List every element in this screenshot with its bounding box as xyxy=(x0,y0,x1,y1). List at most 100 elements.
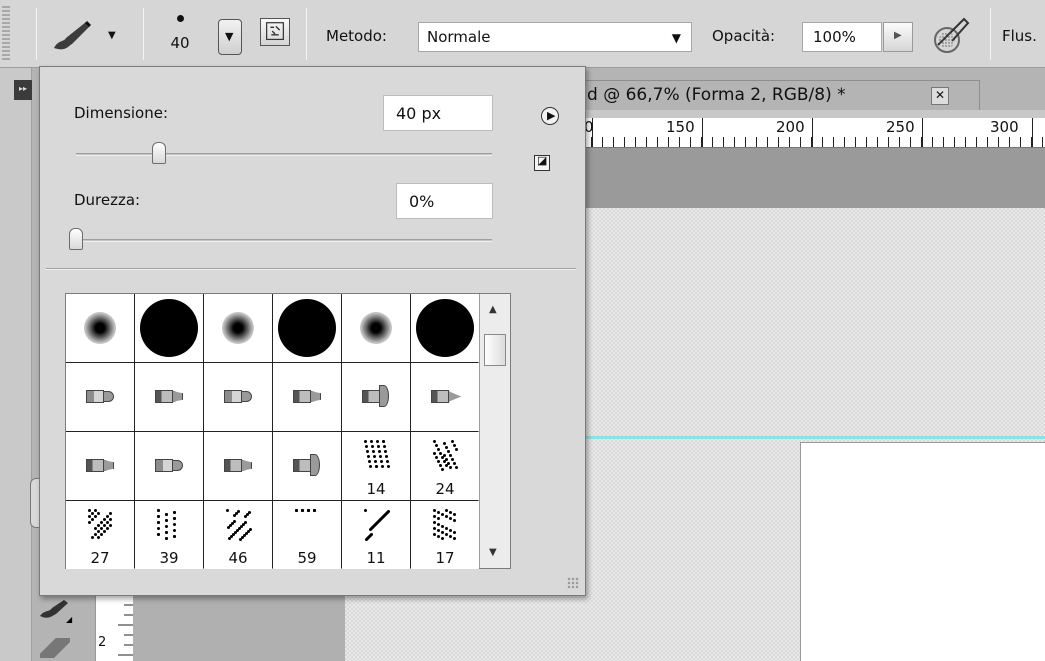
hardness-slider-track[interactable] xyxy=(76,239,492,242)
brush-preset-item[interactable] xyxy=(411,363,479,431)
brush-preset-item[interactable]: 27 xyxy=(66,501,134,569)
brush-preset-item[interactable]: 59 xyxy=(273,501,341,569)
scroll-up-icon[interactable]: ▲ xyxy=(489,304,497,315)
brush-preset-item[interactable] xyxy=(204,294,272,362)
ruler-h-label: 250 xyxy=(886,118,915,136)
guide-line[interactable] xyxy=(585,436,1045,439)
brush-preset-item[interactable]: 24 xyxy=(411,432,479,500)
soft-round-brush-icon xyxy=(222,312,254,344)
close-icon[interactable]: ✕ xyxy=(931,87,949,105)
opacity-input[interactable]: 100% xyxy=(802,22,882,52)
blend-mode-value: Normale xyxy=(427,28,491,46)
ruler-h-label: 200 xyxy=(776,118,805,136)
document-tab-strip xyxy=(580,110,1045,118)
brush-preset-item[interactable] xyxy=(66,432,134,500)
hardness-value: 0% xyxy=(409,192,435,211)
eraser-tool-icon[interactable] xyxy=(36,628,76,661)
brush-preset-item[interactable] xyxy=(135,294,203,362)
scroll-down-icon[interactable]: ▼ xyxy=(489,547,497,558)
hardness-slider-thumb[interactable] xyxy=(69,228,83,250)
bristle-brush-icon xyxy=(431,390,461,403)
brush-preset-item[interactable] xyxy=(342,294,410,362)
size-slider-thumb[interactable] xyxy=(152,142,167,164)
canvas-pasteboard-left xyxy=(133,585,345,661)
chevron-right-icon: ▶ xyxy=(894,30,902,41)
bristle-brush-icon xyxy=(86,459,114,472)
scatter-brush-icon xyxy=(226,509,252,543)
bristle-brush-icon xyxy=(362,385,390,407)
tools-panel-collapse-button[interactable]: ▸▸ xyxy=(14,80,32,100)
brush-preset-item[interactable] xyxy=(273,432,341,500)
soft-round-brush-icon xyxy=(84,312,116,344)
bristle-brush-icon xyxy=(224,390,252,403)
new-preset-button[interactable]: ◪ xyxy=(534,154,550,171)
brush-preset-item[interactable] xyxy=(135,432,203,500)
size-input[interactable]: 40 px xyxy=(383,95,493,131)
airbrush-toggle-icon[interactable] xyxy=(930,15,972,57)
bristle-brush-icon xyxy=(293,454,321,476)
brush-preset-item[interactable] xyxy=(204,363,272,431)
tools-panel xyxy=(0,68,32,661)
size-value: 40 px xyxy=(396,104,442,123)
hard-round-brush-icon xyxy=(278,299,336,357)
chevron-down-icon: ▼ xyxy=(671,31,681,45)
brush-preset-item[interactable] xyxy=(342,363,410,431)
size-slider-track[interactable] xyxy=(76,153,492,156)
canvas-pasteboard xyxy=(580,148,1045,208)
resize-grip-icon[interactable] xyxy=(567,577,579,589)
brush-preset-size: 24 xyxy=(435,480,455,498)
brush-preset-item[interactable] xyxy=(273,363,341,431)
toggle-brush-panel-button[interactable] xyxy=(260,18,290,46)
scrollbar-thumb[interactable] xyxy=(484,334,506,366)
brush-preset-item[interactable]: 17 xyxy=(411,501,479,569)
brush-preset-grid: 14 24 27 39 46 59 11 17 xyxy=(66,294,479,569)
brush-panel-icon xyxy=(266,22,284,41)
brush-preset-item[interactable]: 46 xyxy=(204,501,272,569)
brush-preset-item[interactable]: 39 xyxy=(135,501,203,569)
bristle-brush-icon xyxy=(86,390,114,403)
opacity-slider-button[interactable]: ▶ xyxy=(883,22,913,52)
scatter-brush-icon xyxy=(157,509,183,543)
double-chevron-icon: ▸▸ xyxy=(19,84,28,93)
brush-preset-item[interactable] xyxy=(273,294,341,362)
soft-round-brush-icon xyxy=(360,312,392,344)
separator xyxy=(990,8,991,60)
brush-preset-item[interactable] xyxy=(135,363,203,431)
hard-round-brush-icon xyxy=(416,299,474,357)
scatter-brush-icon xyxy=(433,509,459,543)
brush-preset-item[interactable]: 11 xyxy=(342,501,410,569)
brush-preset-item[interactable] xyxy=(66,294,134,362)
horizontal-ruler: 0 150 200 250 300 xyxy=(580,118,1045,148)
scatter-brush-icon xyxy=(433,440,459,474)
bristle-brush-icon xyxy=(155,459,183,472)
chevron-down-icon: ▼ xyxy=(108,30,116,41)
scatter-brush-icon xyxy=(364,440,390,474)
document-white-area[interactable] xyxy=(800,442,1045,661)
tool-preset-picker[interactable]: ▼ xyxy=(48,18,128,54)
brush-preset-size: 11 xyxy=(366,549,386,567)
play-arrow-icon: ▶ xyxy=(547,109,556,122)
brush-preset-picker[interactable]: 40 xyxy=(160,8,200,62)
brush-preset-item[interactable] xyxy=(204,432,272,500)
brush-preset-size: 17 xyxy=(435,549,455,567)
preset-list-scrollbar[interactable]: ▲ ▼ xyxy=(479,294,510,568)
chevron-down-icon: ▼ xyxy=(225,30,234,43)
blend-mode-select[interactable]: Normale ▼ xyxy=(418,22,692,52)
popup-menu-button[interactable]: ▶ xyxy=(541,107,559,125)
flow-label: Flus. xyxy=(1002,27,1037,45)
separator xyxy=(306,8,307,60)
ruler-h-label: 150 xyxy=(666,118,695,136)
brush-preset-item[interactable]: 14 xyxy=(342,432,410,500)
scatter-brush-icon xyxy=(364,509,390,543)
brush-preset-dropdown-button[interactable]: ▼ xyxy=(218,19,242,55)
options-bar-grip[interactable] xyxy=(2,6,10,62)
opacity-value: 100% xyxy=(813,28,856,46)
separator xyxy=(143,8,144,60)
brush-preset-item[interactable] xyxy=(411,294,479,362)
hardness-input[interactable]: 0% xyxy=(396,183,493,219)
scatter-brush-icon xyxy=(295,509,321,543)
document-tab[interactable]: d @ 66,7% (Forma 2, RGB/8) * ✕ xyxy=(580,80,980,110)
brush-preset-item[interactable] xyxy=(66,363,134,431)
brush-tool-icon[interactable]: ◢ xyxy=(36,598,76,624)
brush-preset-size: 59 xyxy=(297,549,317,567)
